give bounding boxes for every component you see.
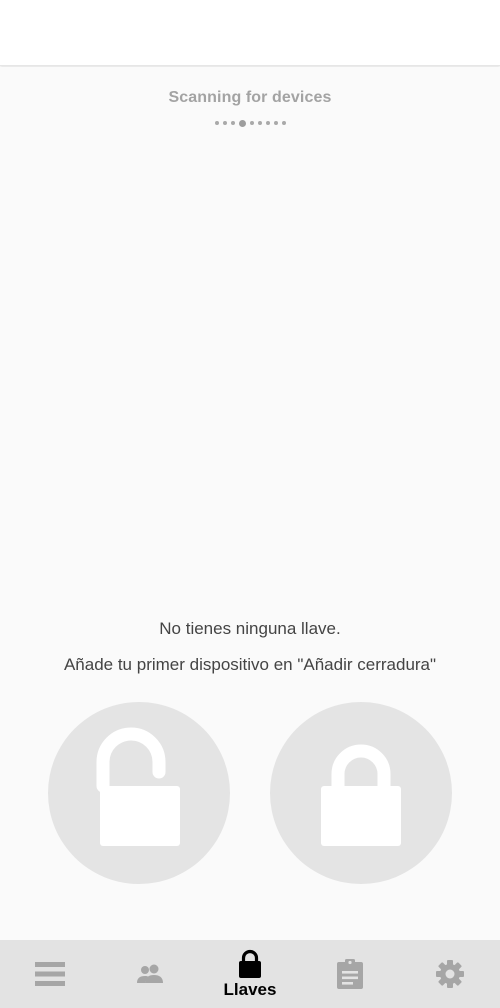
progress-dot bbox=[281, 121, 286, 125]
empty-state-subtitle: Añade tu primer dispositivo en "Añadir c… bbox=[63, 655, 437, 674]
progress-dot bbox=[230, 121, 235, 125]
progress-dot bbox=[265, 121, 270, 125]
progress-dot bbox=[214, 121, 219, 125]
progress-dot bbox=[222, 121, 227, 125]
nav-item-users[interactable] bbox=[100, 940, 200, 1008]
nav-item-llaves[interactable]: Llaves bbox=[200, 940, 300, 1008]
progress-dot bbox=[257, 121, 262, 125]
progress-dot bbox=[273, 121, 278, 125]
clipboard-icon bbox=[337, 959, 363, 989]
people-icon bbox=[137, 964, 163, 983]
lock-icon bbox=[239, 949, 261, 978]
progress-dot bbox=[249, 121, 254, 125]
nav-item-menu[interactable] bbox=[0, 940, 100, 1008]
scanning-status-text: Scanning for devices bbox=[168, 89, 332, 106]
scanning-progress-dots bbox=[0, 118, 500, 128]
nav-item-records[interactable] bbox=[300, 940, 400, 1008]
empty-state-title: No tienes ninguna llave. bbox=[159, 619, 341, 638]
bottom-navigation: Llaves bbox=[0, 940, 500, 1008]
menu-icon bbox=[35, 962, 65, 986]
top-app-bar bbox=[0, 0, 500, 66]
lock-button[interactable] bbox=[270, 702, 452, 884]
nav-item-settings[interactable] bbox=[400, 940, 500, 1008]
progress-dot bbox=[238, 119, 246, 127]
gear-icon bbox=[436, 960, 464, 988]
unlock-icon bbox=[96, 727, 180, 846]
unlock-button[interactable] bbox=[48, 702, 230, 884]
nav-item-llaves-label: Llaves bbox=[223, 979, 277, 999]
lock-icon bbox=[321, 744, 401, 846]
